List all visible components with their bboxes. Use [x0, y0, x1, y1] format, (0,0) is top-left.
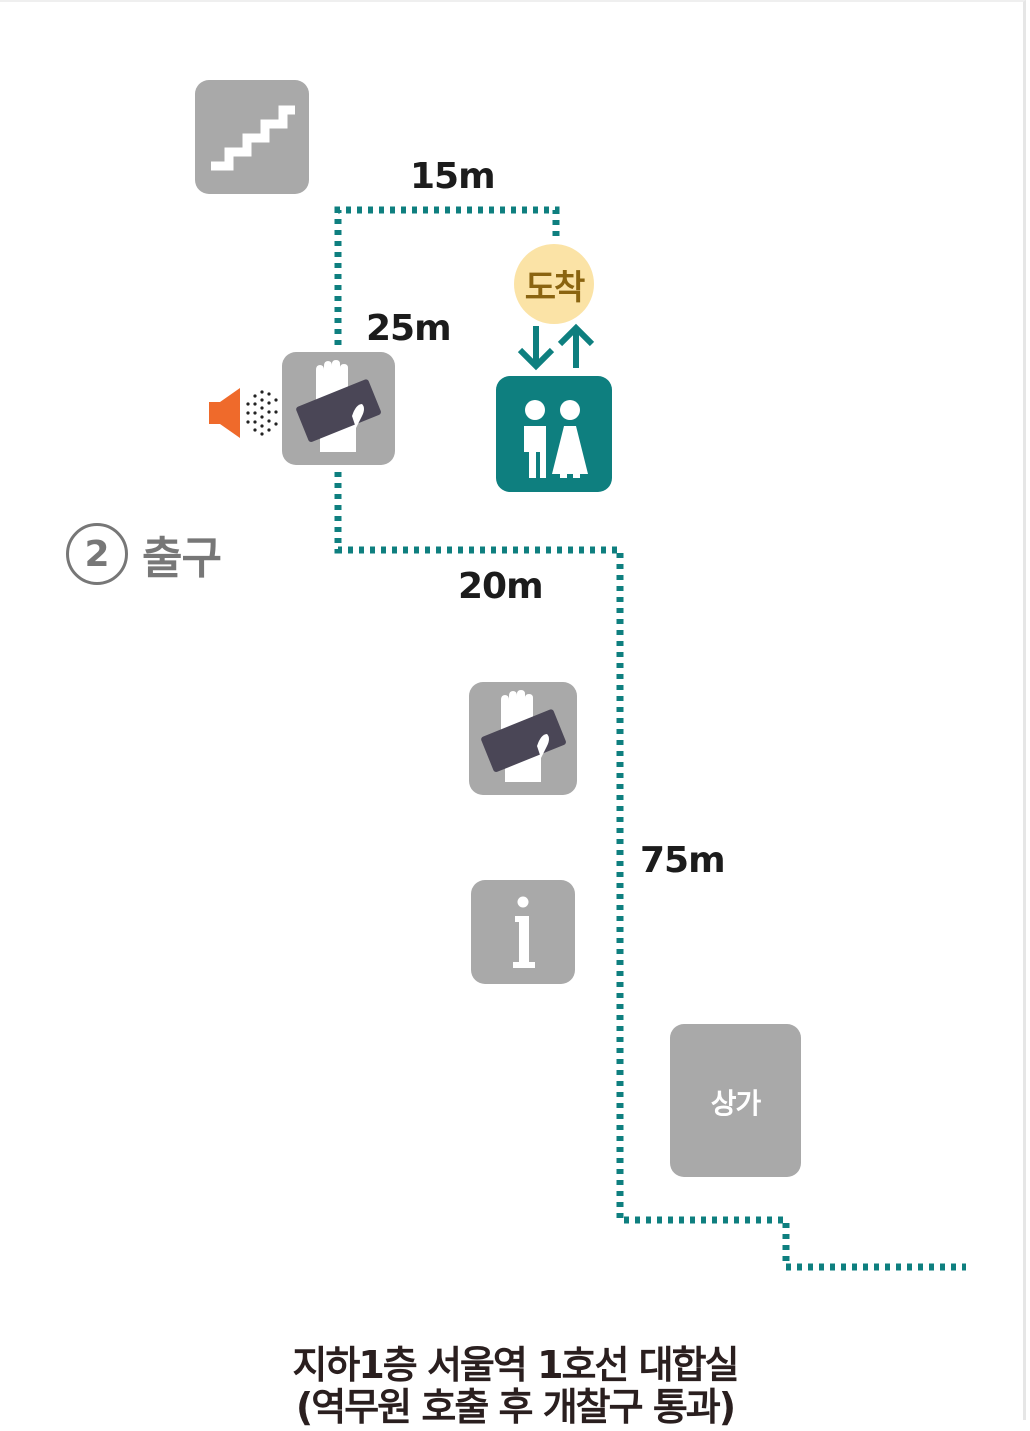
gate-card-icon: [296, 360, 381, 452]
caption-line-2: (역무원 호출 후 개찰구 통과): [295, 1385, 736, 1429]
distance-label-15m: 15m: [410, 156, 496, 197]
exit-label: 출구: [142, 533, 222, 584]
elevator-icon: [524, 400, 588, 478]
speaker-icon: [209, 388, 278, 438]
distance-label-25m: 25m: [366, 308, 452, 349]
info-icon: [513, 896, 535, 968]
distance-label-20m: 20m: [458, 566, 544, 607]
shop-tile: 상가: [670, 1024, 801, 1177]
gate-card-icon: [481, 690, 566, 782]
exit-number: 2: [66, 523, 128, 585]
gate-tile-lower: [469, 682, 577, 795]
stairs-icon: [211, 105, 295, 171]
distance-label-75m: 75m: [640, 840, 726, 881]
exit-marker: 2 출구: [66, 522, 222, 586]
gate-tile-upper: [282, 352, 395, 465]
arrival-badge: 도착: [514, 244, 594, 324]
elevator-tile: [496, 376, 612, 492]
elevator-arrows-icon: [517, 323, 595, 371]
stairs-tile: [195, 80, 309, 194]
shop-label: 상가: [710, 1087, 762, 1120]
info-tile: [471, 880, 575, 984]
